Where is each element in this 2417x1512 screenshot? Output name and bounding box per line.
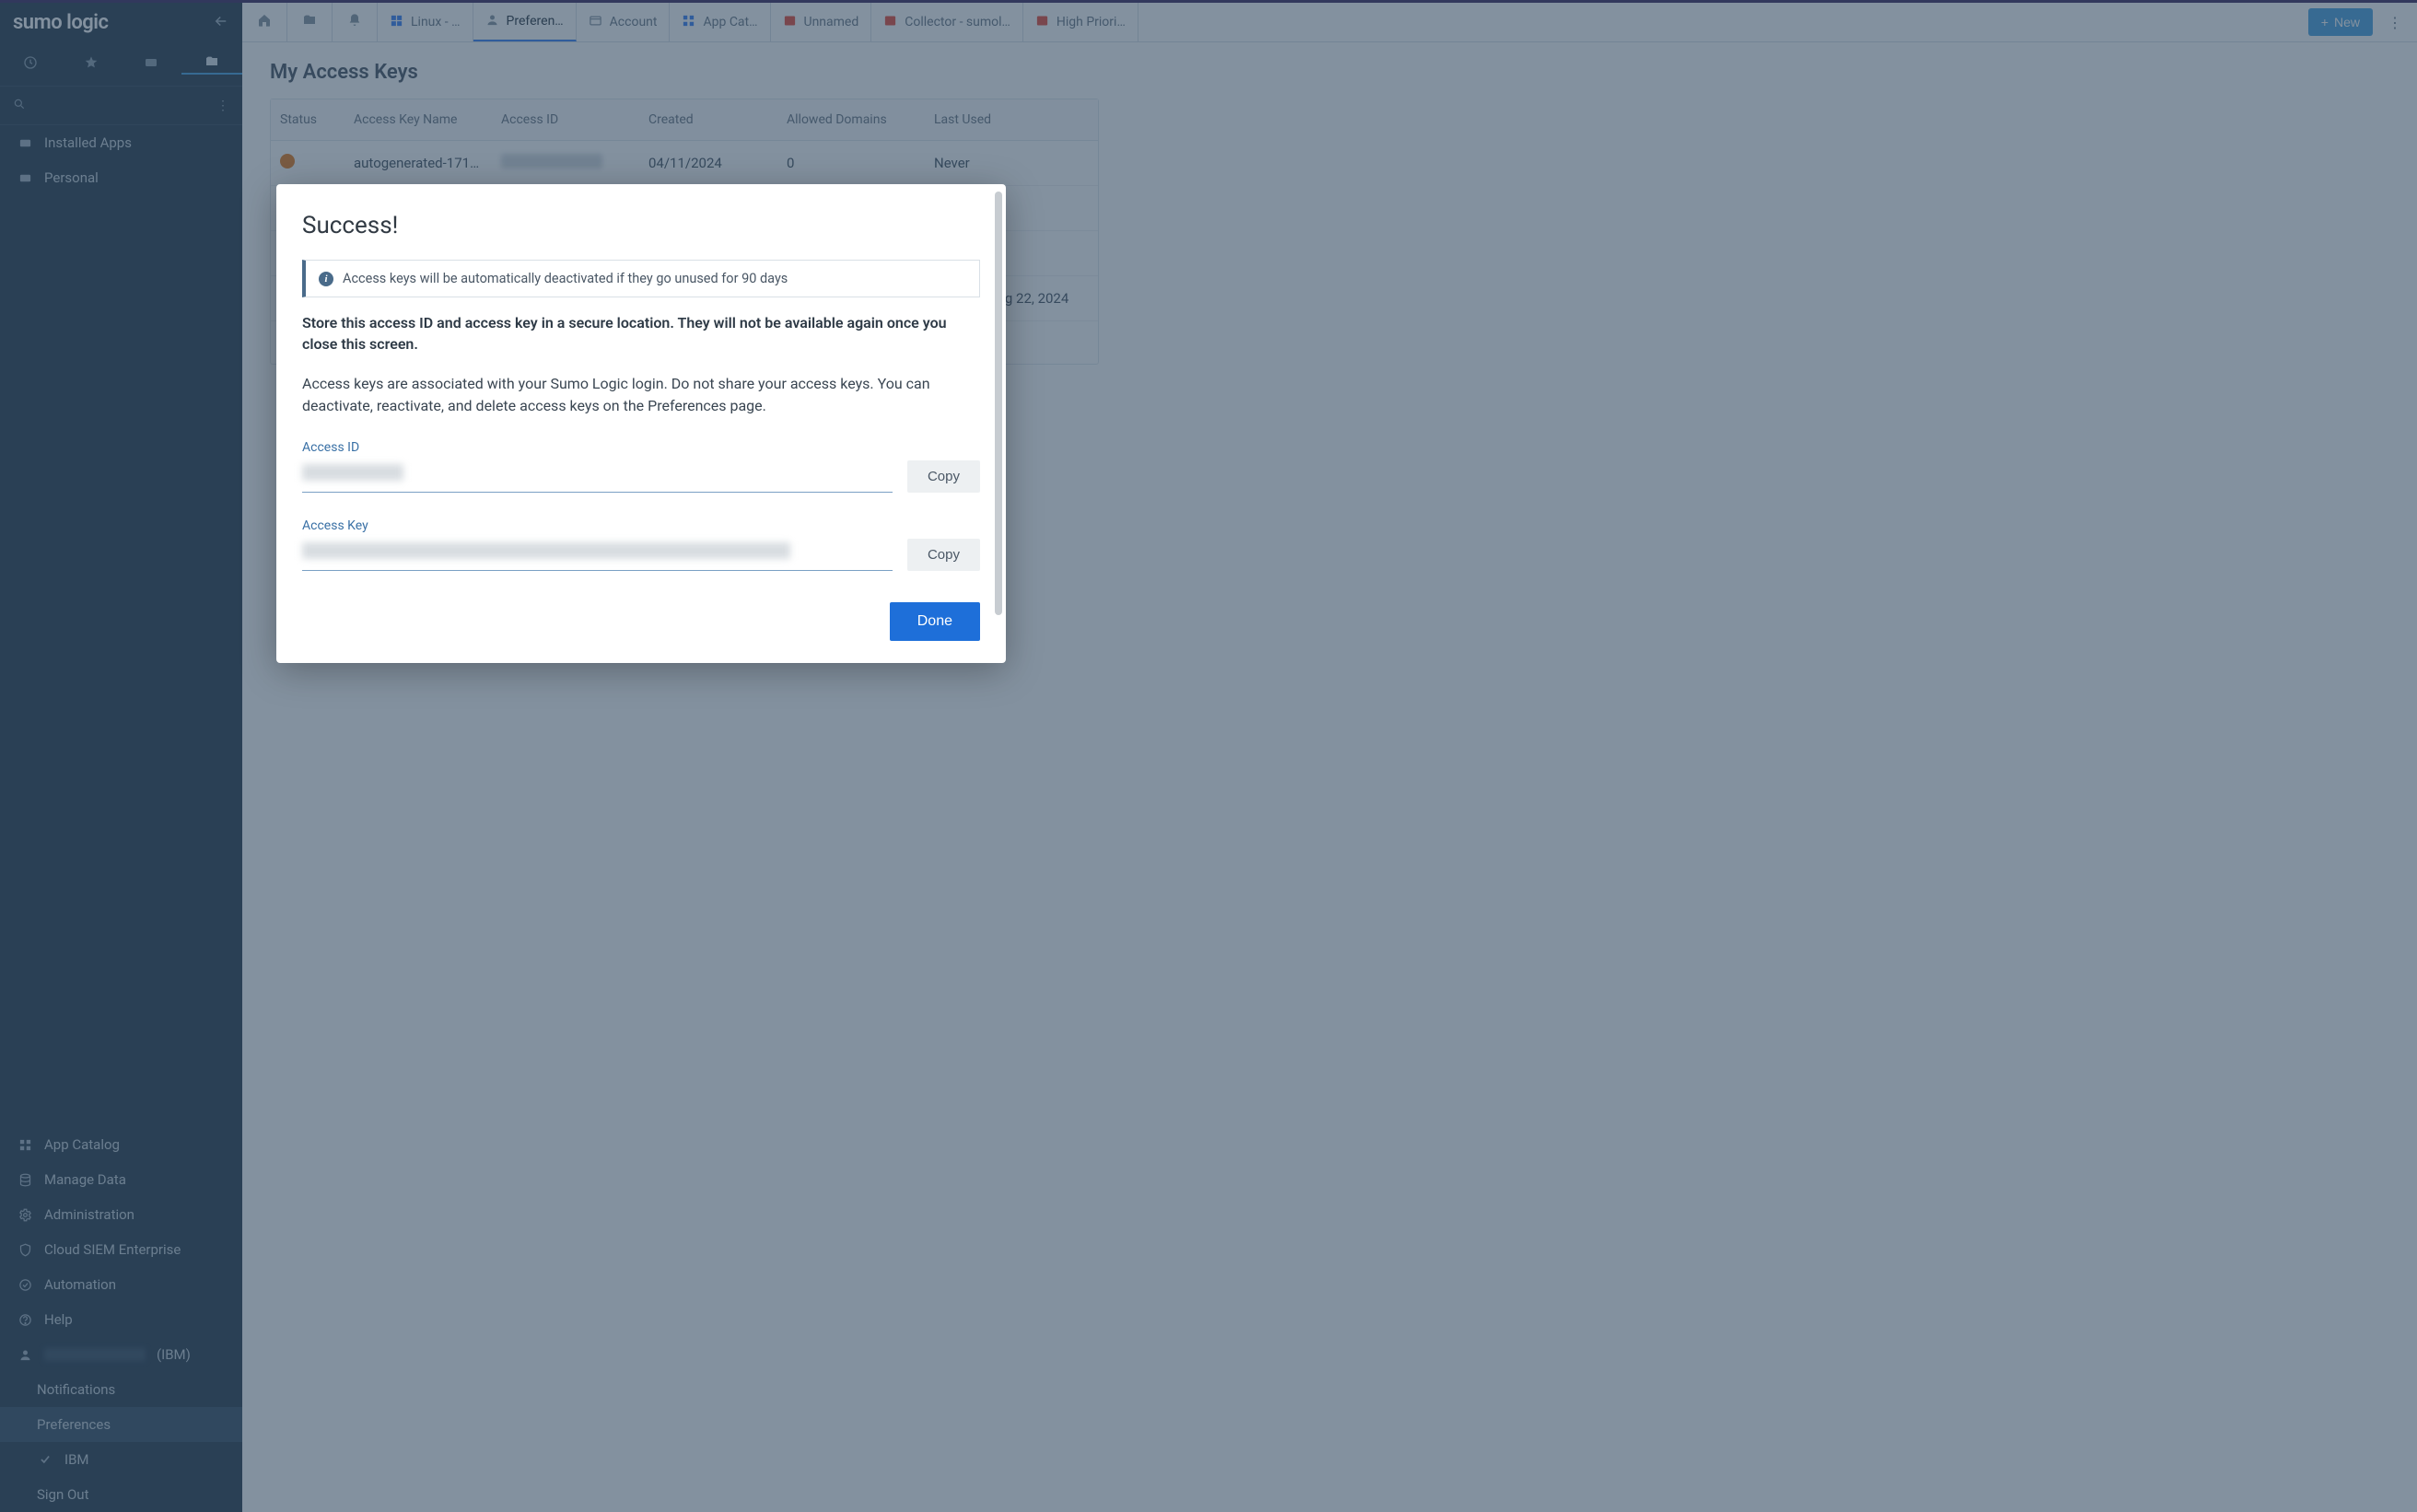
redacted-access-key (302, 542, 790, 559)
modal-overlay: Success! i Access keys will be automatic… (0, 0, 2417, 1512)
access-key-label: Access Key (302, 518, 893, 533)
info-banner: i Access keys will be automatically deac… (302, 260, 980, 297)
modal-footer: Done (302, 602, 980, 641)
access-key-row: Access Key Copy (302, 518, 980, 571)
modal-body-text: Access keys are associated with your Sum… (302, 373, 980, 415)
access-id-row: Access ID Copy (302, 440, 980, 493)
modal-warning-text: Store this access ID and access key in a… (302, 312, 980, 355)
info-banner-text: Access keys will be automatically deacti… (343, 271, 788, 286)
access-key-value[interactable] (302, 542, 893, 571)
copy-access-key-button[interactable]: Copy (907, 539, 980, 571)
done-button[interactable]: Done (890, 602, 980, 641)
modal-title: Success! (302, 212, 980, 239)
copy-access-id-button[interactable]: Copy (907, 460, 980, 493)
redacted-access-id (302, 464, 403, 481)
access-id-label: Access ID (302, 440, 893, 455)
access-id-value[interactable] (302, 464, 893, 493)
modal-scrollbar[interactable] (995, 192, 1002, 615)
success-modal: Success! i Access keys will be automatic… (276, 184, 1006, 663)
info-icon: i (319, 272, 333, 286)
